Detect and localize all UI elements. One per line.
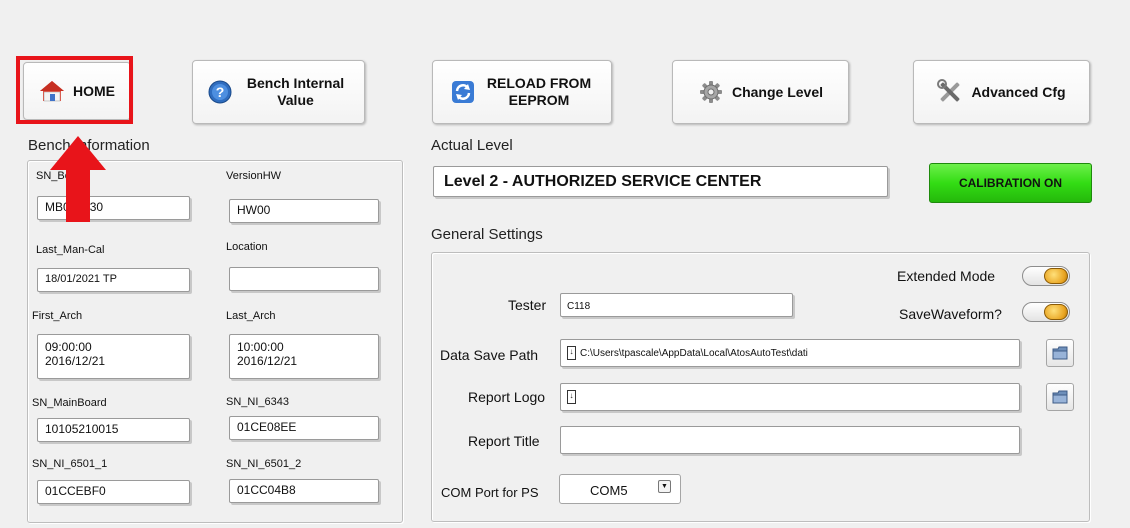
path-icon: ↓	[567, 346, 576, 360]
change-level-button[interactable]: Change Level	[672, 60, 849, 124]
tester-field[interactable]: C118	[560, 293, 793, 317]
save-waveform-knob	[1044, 304, 1068, 320]
first-arch-label: First_Arch	[32, 310, 83, 322]
last-arch-label: Last_Arch	[226, 310, 276, 322]
general-settings-title: General Settings	[431, 226, 543, 243]
location-label: Location	[226, 241, 268, 253]
sn-ni-6343-field: 01CE08EE	[229, 416, 379, 440]
tester-value: C118	[567, 301, 591, 312]
sn-ni-6501-2-field: 01CC04B8	[229, 479, 379, 503]
report-logo-browse-button[interactable]	[1046, 383, 1074, 411]
calibration-on-button[interactable]: CALIBRATION ON	[929, 163, 1092, 203]
dropdown-arrow-icon: ▼	[658, 480, 671, 493]
report-title-label: Report Title	[468, 433, 540, 449]
svg-text:?: ?	[215, 84, 224, 100]
folder-icon	[1052, 346, 1068, 360]
first-arch-value: 09:00:00 2016/12/21	[45, 340, 106, 368]
reload-icon	[450, 79, 476, 105]
reload-from-eeprom-button[interactable]: RELOAD FROM EEPROM	[432, 60, 612, 124]
sn-mainboard-field: 10105210015	[37, 418, 190, 442]
advanced-cfg-label: Advanced Cfg	[971, 83, 1066, 100]
com-port-value: COM5	[590, 483, 628, 498]
sn-mainboard-label: SN_MainBoard	[32, 397, 107, 409]
help-icon: ?	[207, 79, 233, 105]
data-save-path-label: Data Save Path	[440, 347, 539, 363]
sn-ni-6343-label: SN_NI_6343	[226, 396, 289, 408]
last-man-cal-field: 18/01/2021 TP	[37, 268, 190, 292]
last-arch-field: 10:00:00 2016/12/21	[229, 334, 379, 379]
calibration-on-label: CALIBRATION ON	[958, 176, 1063, 190]
tools-icon	[937, 79, 963, 105]
actual-level-title: Actual Level	[431, 137, 513, 154]
data-save-path-value: C:\Users\tpascale\AppData\Local\AtosAuto…	[580, 347, 808, 359]
tester-label: Tester	[508, 297, 547, 313]
bench-internal-value-label: Bench Internal Value	[246, 75, 345, 108]
version-hw-label: VersionHW	[226, 170, 282, 182]
extended-mode-knob	[1044, 268, 1068, 284]
com-port-select[interactable]: COM5 ▼	[559, 474, 681, 504]
gear-icon	[698, 79, 724, 105]
folder-icon	[1052, 390, 1068, 404]
red-arrow-indicator	[44, 126, 112, 226]
version-hw-field: HW00	[229, 199, 379, 223]
data-save-path-field[interactable]: ↓ C:\Users\tpascale\AppData\Local\AtosAu…	[560, 339, 1020, 367]
data-save-path-browse-button[interactable]	[1046, 339, 1074, 367]
bench-internal-value-button[interactable]: ? Bench Internal Value	[192, 60, 365, 124]
sn-ni-6501-1-label: SN_NI_6501_1	[32, 458, 108, 470]
save-waveform-label: SaveWaveform?	[899, 306, 1002, 322]
report-logo-label: Report Logo	[468, 389, 546, 405]
first-arch-field: 09:00:00 2016/12/21	[37, 334, 190, 379]
path-icon: ↓	[567, 390, 576, 404]
sn-ni-6501-1-field: 01CCEBF0	[37, 480, 190, 504]
actual-level-field: Level 2 - AUTHORIZED SERVICE CENTER	[433, 166, 888, 197]
report-logo-field[interactable]: ↓	[560, 383, 1020, 411]
change-level-label: Change Level	[731, 83, 824, 100]
sn-ni-6501-2-label: SN_NI_6501_2	[226, 458, 302, 470]
extended-mode-toggle[interactable]	[1022, 266, 1070, 286]
reload-from-eeprom-label: RELOAD FROM EEPROM	[486, 75, 592, 108]
com-port-label: COM Port for PS	[441, 485, 539, 500]
extended-mode-label: Extended Mode	[897, 268, 996, 284]
save-waveform-toggle[interactable]	[1022, 302, 1070, 322]
report-title-field[interactable]	[560, 426, 1020, 454]
last-man-cal-label: Last_Man-Cal	[36, 244, 105, 256]
advanced-cfg-button[interactable]: Advanced Cfg	[913, 60, 1090, 124]
last-arch-value: 10:00:00 2016/12/21	[237, 340, 298, 368]
location-field	[229, 267, 379, 291]
home-highlight-box	[16, 56, 133, 124]
